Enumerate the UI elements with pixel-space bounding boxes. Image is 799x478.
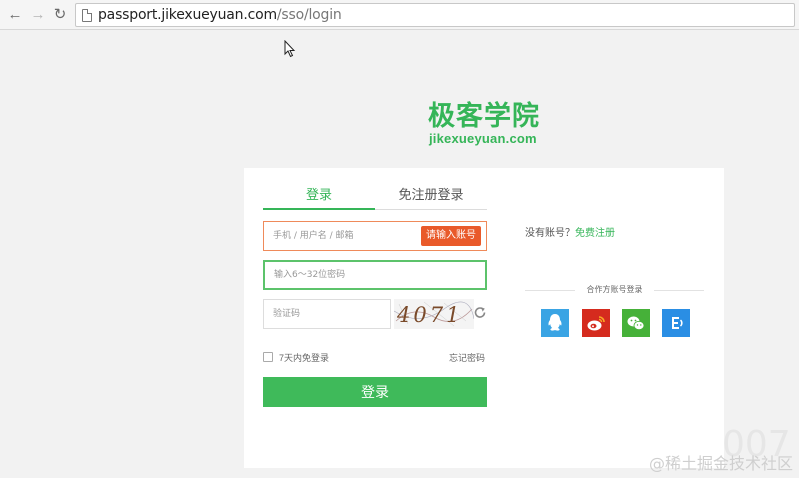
captcha-field [263, 299, 391, 329]
captcha-input[interactable] [264, 300, 390, 328]
tab-login[interactable]: 登录 [263, 186, 375, 210]
site-logo[interactable]: 极客学院 jikexueyuan.com [428, 102, 544, 146]
weibo-login-button[interactable] [582, 309, 610, 337]
account-error-tip: 请输入账号 [421, 226, 481, 246]
no-account-prompt: 没有账号？免费注册 [525, 224, 615, 239]
divider-right [654, 290, 704, 291]
logo-name-en: jikexueyuan.com [429, 131, 537, 146]
remember-checkbox[interactable] [263, 352, 273, 362]
page-icon [82, 9, 92, 22]
remember-me[interactable]: 7天内免登录 [263, 350, 329, 364]
qq-login-button[interactable] [541, 309, 569, 337]
password-field [263, 260, 487, 290]
watermark: @稀土掘金技术社区 [648, 454, 793, 473]
no-account-text: 没有账号？ [525, 228, 575, 239]
account-field: 请输入账号 [263, 221, 487, 251]
login-card: 登录 免注册登录 请输入账号 4071 7天内免登录 忘记密码 登录 没有账号？… [244, 168, 724, 468]
forgot-password-link[interactable]: 忘记密码 [449, 351, 485, 364]
weibo-icon [587, 316, 605, 331]
ie-login-button[interactable] [662, 309, 690, 337]
login-button[interactable]: 登录 [263, 377, 487, 407]
qq-icon [548, 314, 562, 331]
url-domain: passport.jikexueyuan.com [98, 7, 277, 23]
partner-login-header: 合作方账号登录 [525, 283, 704, 297]
back-arrow-icon[interactable]: ← [6, 6, 24, 24]
password-input[interactable] [265, 262, 485, 288]
captcha-text: 4071 [396, 303, 462, 327]
forward-arrow-icon[interactable]: → [29, 6, 47, 24]
wechat-icon [627, 316, 645, 331]
captcha-image[interactable]: 4071 [394, 299, 474, 329]
register-link[interactable]: 免费注册 [575, 228, 615, 239]
logo-name-cn: 极客学院 [428, 101, 540, 132]
address-bar[interactable]: passport.jikexueyuan.com/sso/login [75, 3, 795, 27]
refresh-captcha-icon[interactable] [473, 306, 487, 320]
url-text: passport.jikexueyuan.com/sso/login [98, 7, 342, 23]
reload-icon[interactable]: ↻ [51, 6, 69, 24]
browser-toolbar: ← → ↻ passport.jikexueyuan.com/sso/login [0, 0, 799, 30]
ie-icon [672, 317, 683, 329]
tab-sms-login[interactable]: 免注册登录 [375, 186, 487, 210]
mouse-cursor-icon [284, 40, 296, 58]
login-tabs: 登录 免注册登录 [263, 186, 487, 210]
url-path: /sso/login [276, 7, 342, 23]
remember-label: 7天内免登录 [279, 352, 330, 363]
wechat-login-button[interactable] [622, 309, 650, 337]
